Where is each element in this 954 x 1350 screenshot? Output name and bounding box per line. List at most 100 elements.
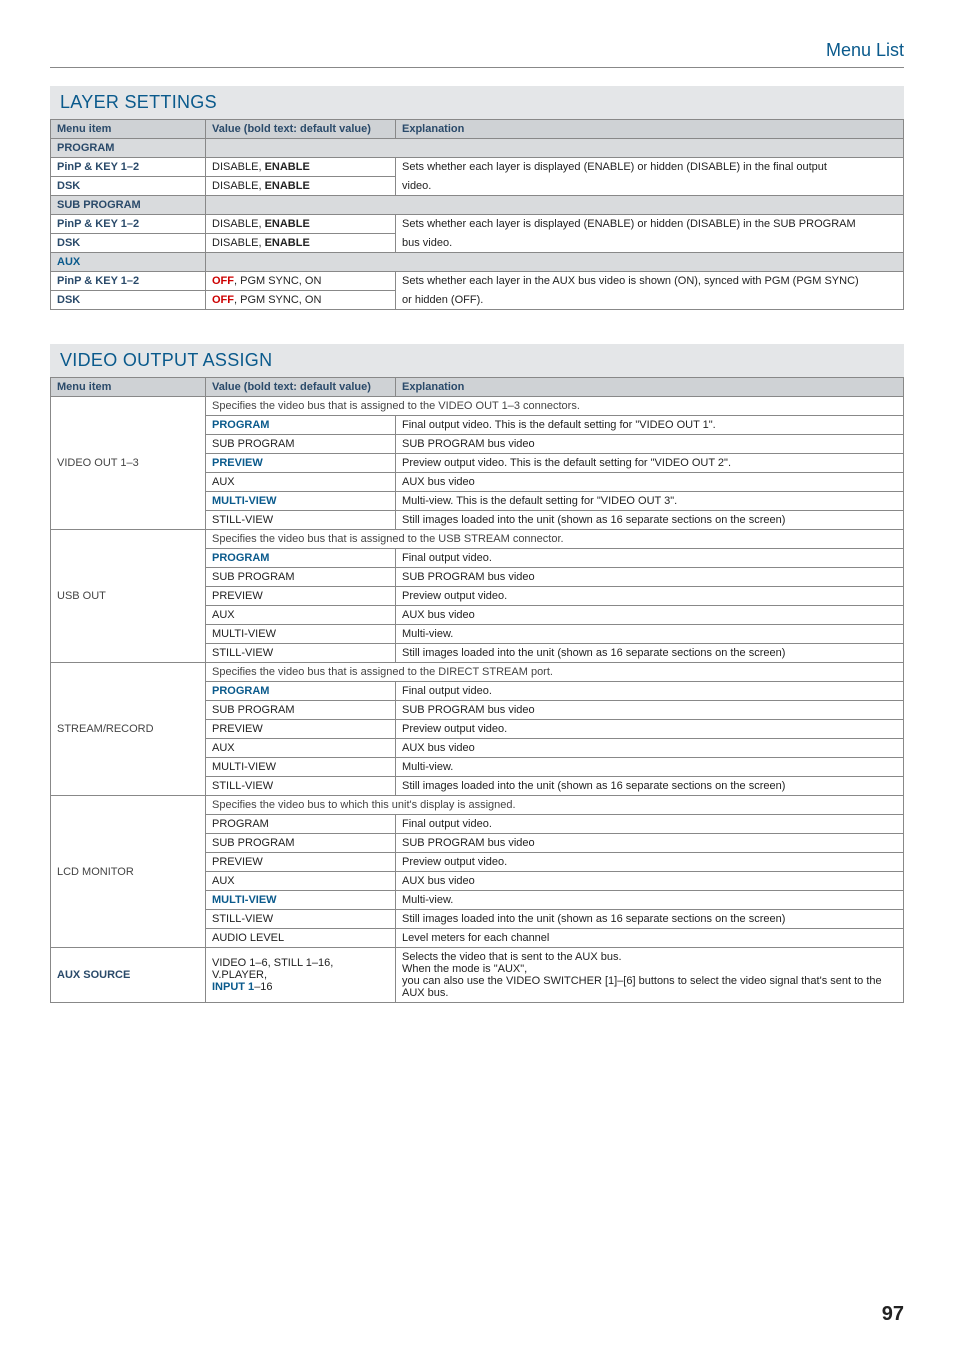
- row-value: SUB PROGRAM: [206, 701, 396, 720]
- row-explain: AUX bus video: [396, 872, 904, 891]
- row-value: AUDIO LEVEL: [206, 929, 396, 948]
- row-explain: SUB PROGRAM bus video: [396, 435, 904, 454]
- group-label: PROGRAM: [51, 139, 206, 158]
- row-value: MULTI-VIEW: [206, 758, 396, 777]
- row-explain: bus video.: [396, 234, 904, 253]
- video-output-assign-table: Menu item Value (bold text: default valu…: [50, 377, 904, 1003]
- row-label: DSK: [51, 177, 206, 196]
- group-aux: AUX: [51, 253, 904, 272]
- col-menu-item: Menu item: [51, 120, 206, 139]
- row-label: DSK: [51, 291, 206, 310]
- row-value: OFF, PGM SYNC, ON: [206, 291, 396, 310]
- col-explanation: Explanation: [396, 120, 904, 139]
- row-value: SUB PROGRAM: [206, 435, 396, 454]
- row-explain: Sets whether each layer in the AUX bus v…: [396, 272, 904, 291]
- row-explain: Final output video.: [396, 549, 904, 568]
- row-explain: Still images loaded into the unit (shown…: [396, 910, 904, 929]
- spec-row: STREAM/RECORD Specifies the video bus th…: [51, 663, 904, 682]
- row-explain: Multi-view. This is the default setting …: [396, 492, 904, 511]
- row-value: STILL-VIEW: [206, 644, 396, 663]
- cat-video-out: VIDEO OUT 1–3: [51, 397, 206, 530]
- row-label: DSK: [51, 234, 206, 253]
- table-row: PinP & KEY 1–2 DISABLE, ENABLE Sets whet…: [51, 158, 904, 177]
- row-explain: video.: [396, 177, 904, 196]
- table-row: DSK DISABLE, ENABLE bus video.: [51, 234, 904, 253]
- row-value: PREVIEW: [206, 454, 396, 473]
- spec-text: Specifies the video bus that is assigned…: [206, 530, 904, 549]
- spec-row: LCD MONITOR Specifies the video bus to w…: [51, 796, 904, 815]
- row-value: STILL-VIEW: [206, 777, 396, 796]
- row-value: MULTI-VIEW: [206, 891, 396, 910]
- table-row: DSK DISABLE, ENABLE video.: [51, 177, 904, 196]
- row-value: MULTI-VIEW: [206, 492, 396, 511]
- row-value: SUB PROGRAM: [206, 834, 396, 853]
- cat-lcd-monitor: LCD MONITOR: [51, 796, 206, 948]
- row-explain: Preview output video.: [396, 853, 904, 872]
- row-explain: Sets whether each layer is displayed (EN…: [396, 215, 904, 234]
- spec-row: USB OUT Specifies the video bus that is …: [51, 530, 904, 549]
- col-explanation: Explanation: [396, 378, 904, 397]
- row-value: VIDEO 1–6, STILL 1–16, V.PLAYER, INPUT 1…: [206, 948, 396, 1003]
- row-value: DISABLE, ENABLE: [206, 158, 396, 177]
- row-value: AUX: [206, 606, 396, 625]
- blank-cell: [206, 139, 904, 158]
- blank-cell: [206, 253, 904, 272]
- row-explain: Final output video.: [396, 682, 904, 701]
- group-program: PROGRAM: [51, 139, 904, 158]
- row-explain: Preview output video.: [396, 720, 904, 739]
- cat-usb-out: USB OUT: [51, 530, 206, 663]
- row-value: AUX: [206, 739, 396, 758]
- row-value: STILL-VIEW: [206, 910, 396, 929]
- col-value: Value (bold text: default value): [206, 120, 396, 139]
- row-explain: Preview output video.: [396, 587, 904, 606]
- row-label: PinP & KEY 1–2: [51, 215, 206, 234]
- row-label: PinP & KEY 1–2: [51, 272, 206, 291]
- spec-text: Specifies the video bus that is assigned…: [206, 663, 904, 682]
- row-value: PROGRAM: [206, 416, 396, 435]
- table-row: PinP & KEY 1–2 DISABLE, ENABLE Sets whet…: [51, 215, 904, 234]
- row-explain: Level meters for each channel: [396, 929, 904, 948]
- row-explain: Still images loaded into the unit (shown…: [396, 777, 904, 796]
- row-value: MULTI-VIEW: [206, 625, 396, 644]
- row-explain: Selects the video that is sent to the AU…: [396, 948, 904, 1003]
- row-value: STILL-VIEW: [206, 511, 396, 530]
- aux-source-row: AUX SOURCE VIDEO 1–6, STILL 1–16, V.PLAY…: [51, 948, 904, 1003]
- cat-stream-record: STREAM/RECORD: [51, 663, 206, 796]
- row-explain: SUB PROGRAM bus video: [396, 701, 904, 720]
- blank-cell: [206, 196, 904, 215]
- breadcrumb: Menu List: [50, 40, 904, 68]
- section-layer-settings-title: LAYER SETTINGS: [50, 86, 904, 119]
- row-value: PROGRAM: [206, 549, 396, 568]
- row-explain: AUX bus video: [396, 473, 904, 492]
- row-explain: SUB PROGRAM bus video: [396, 568, 904, 587]
- row-explain: Final output video.: [396, 815, 904, 834]
- group-subprogram: SUB PROGRAM: [51, 196, 904, 215]
- row-explain: AUX bus video: [396, 606, 904, 625]
- table-row: DSK OFF, PGM SYNC, ON or hidden (OFF).: [51, 291, 904, 310]
- section-video-output-assign-title: VIDEO OUTPUT ASSIGN: [50, 344, 904, 377]
- row-value: DISABLE, ENABLE: [206, 215, 396, 234]
- row-explain: Still images loaded into the unit (shown…: [396, 511, 904, 530]
- row-explain: AUX bus video: [396, 739, 904, 758]
- group-label: AUX: [51, 253, 206, 272]
- col-value: Value (bold text: default value): [206, 378, 396, 397]
- row-value: PROGRAM: [206, 682, 396, 701]
- table-row: PinP & KEY 1–2 OFF, PGM SYNC, ON Sets wh…: [51, 272, 904, 291]
- table-header-row: Menu item Value (bold text: default valu…: [51, 120, 904, 139]
- row-value: PREVIEW: [206, 587, 396, 606]
- row-explain: Multi-view.: [396, 891, 904, 910]
- row-value: DISABLE, ENABLE: [206, 234, 396, 253]
- spec-row: VIDEO OUT 1–3 Specifies the video bus th…: [51, 397, 904, 416]
- row-explain: SUB PROGRAM bus video: [396, 834, 904, 853]
- page: Menu List LAYER SETTINGS Menu item Value…: [0, 0, 954, 1350]
- row-explain: Preview output video. This is the defaul…: [396, 454, 904, 473]
- row-explain: Final output video. This is the default …: [396, 416, 904, 435]
- row-explain: Multi-view.: [396, 625, 904, 644]
- row-value: AUX: [206, 473, 396, 492]
- row-value: PREVIEW: [206, 853, 396, 872]
- row-explain: Multi-view.: [396, 758, 904, 777]
- row-value: OFF, PGM SYNC, ON: [206, 272, 396, 291]
- row-explain: Still images loaded into the unit (shown…: [396, 644, 904, 663]
- spec-text: Specifies the video bus to which this un…: [206, 796, 904, 815]
- col-menu-item: Menu item: [51, 378, 206, 397]
